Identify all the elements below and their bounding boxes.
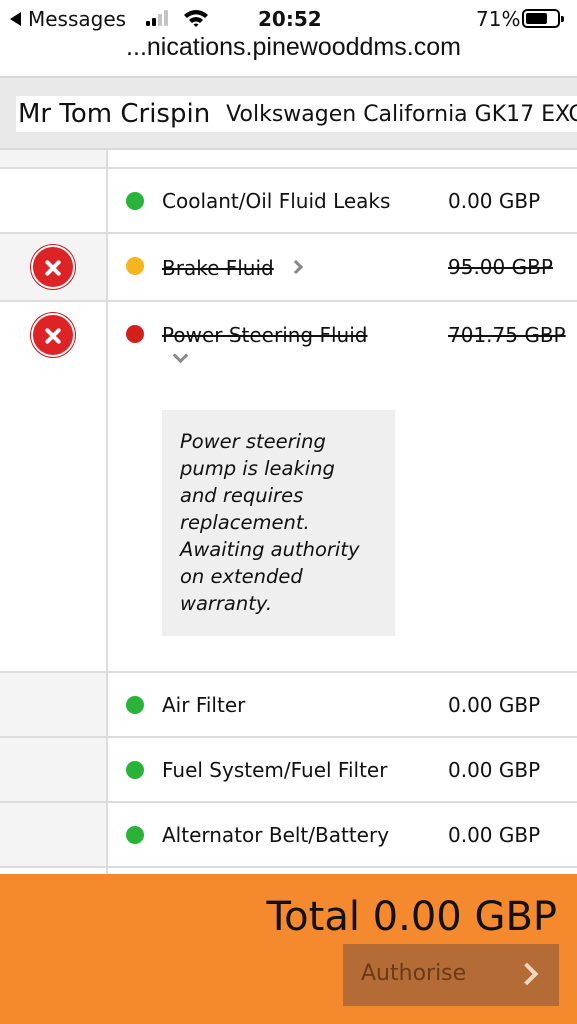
- authorise-button[interactable]: Authorise: [343, 944, 559, 1006]
- status-green-icon: [126, 696, 144, 714]
- column-divider: [106, 150, 108, 874]
- item-name: Coolant/Oil Fluid Leaks: [162, 189, 391, 213]
- job-header: Mr Tom Crispin Volkswagen California GK1…: [0, 76, 577, 150]
- list-item: Air Filter 0.00 GBP: [0, 673, 577, 738]
- item-price: 95.00 GBP: [448, 255, 553, 279]
- item-name: Fuel System/Fuel Filter: [162, 758, 388, 782]
- chevron-right-icon[interactable]: [288, 259, 304, 275]
- item-price: 0.00 GBP: [448, 189, 541, 213]
- back-to-messages[interactable]: Messages: [10, 7, 126, 31]
- status-amber-icon: [126, 257, 144, 275]
- item-name: Alternator Belt/Battery: [162, 823, 390, 847]
- chevron-down-icon[interactable]: [172, 347, 189, 364]
- list-item-expanded: Power Steering Fluid 701.75 GBP Power st…: [0, 302, 577, 673]
- item-price: 0.00 GBP: [448, 693, 541, 717]
- back-label: Messages: [28, 7, 127, 31]
- list-item: Brake Fluid 95.00 GBP: [0, 234, 577, 302]
- status-green-icon: [126, 826, 144, 844]
- inspection-list: Coolant/Oil Fluid Leaks 0.00 GBP Brake F…: [0, 150, 577, 874]
- list-item: Fuel System/Fuel Filter 0.00 GBP: [0, 738, 577, 803]
- status-red-icon: [126, 325, 144, 343]
- wifi-icon: [184, 10, 208, 27]
- battery-percent: 71%: [476, 7, 521, 31]
- back-arrow-icon: [10, 12, 21, 26]
- technician-note: Power steering pump is leaking and requi…: [162, 410, 395, 636]
- authorise-label: Authorise: [361, 961, 467, 986]
- total-amount: Total 0.00 GBP: [266, 894, 557, 940]
- item-name[interactable]: Brake Fluid: [162, 256, 274, 280]
- status-green-icon: [126, 761, 144, 779]
- item-name: Air Filter: [162, 693, 246, 717]
- vehicle-description: Volkswagen California GK17 EXC: [226, 101, 577, 127]
- list-spacer: [0, 150, 577, 169]
- list-item: Coolant/Oil Fluid Leaks 0.00 GBP: [0, 169, 577, 234]
- status-bar: Messages 20:52 71%: [0, 0, 577, 36]
- customer-name: Mr Tom Crispin: [18, 99, 211, 129]
- url-text: ...nications.pinewooddms.com: [126, 33, 461, 61]
- total-footer: Total 0.00 GBP Authorise: [0, 874, 577, 1024]
- list-item: Alternator Belt/Battery 0.00 GBP: [0, 803, 577, 868]
- battery-icon: [522, 9, 564, 28]
- declined-x-icon[interactable]: [31, 313, 75, 357]
- url-bar[interactable]: ...nications.pinewooddms.com: [0, 33, 577, 75]
- declined-x-icon[interactable]: [31, 245, 75, 289]
- item-price: 0.00 GBP: [448, 823, 541, 847]
- status-green-icon: [126, 192, 144, 210]
- clock: 20:52: [258, 7, 322, 31]
- item-name[interactable]: Power Steering Fluid: [162, 323, 367, 347]
- item-price: 701.75 GBP: [448, 323, 566, 347]
- item-price: 0.00 GBP: [448, 758, 541, 782]
- chevron-right-icon: [515, 962, 539, 986]
- signal-icon: [146, 10, 168, 26]
